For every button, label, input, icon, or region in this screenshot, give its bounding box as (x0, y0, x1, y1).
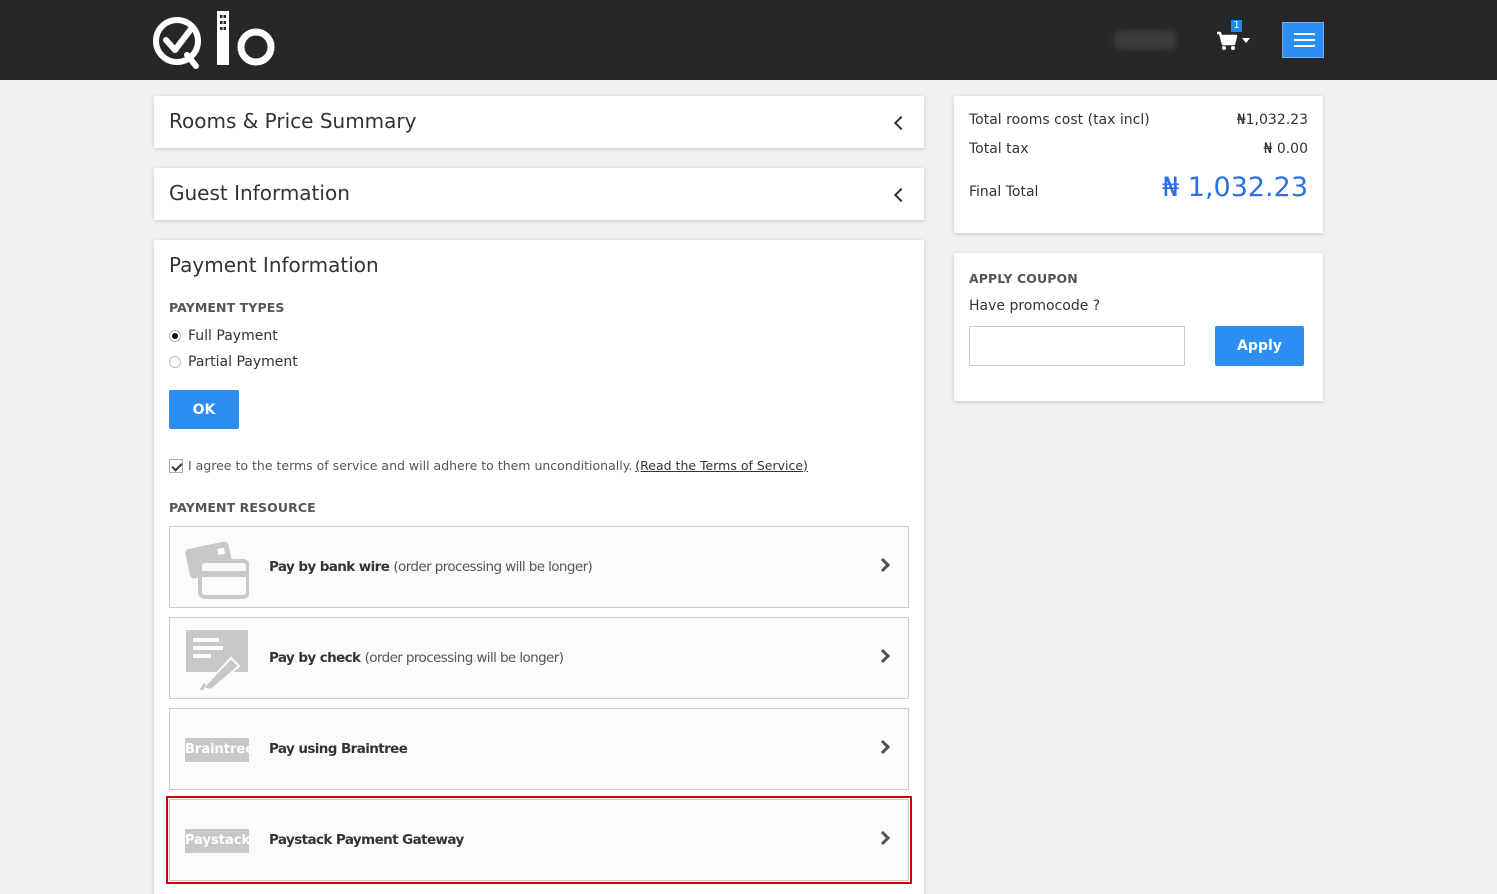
rooms-cost-value: ₦1,032.23 (1236, 112, 1308, 128)
pay-paystack-option[interactable]: Paystack Paystack Payment Gateway (166, 796, 912, 884)
check-pen-icon (186, 630, 248, 690)
paystack-logo: Paystack (185, 829, 250, 853)
cart-icon (1217, 31, 1238, 50)
rooms-cost-row: Total rooms cost (tax incl) ₦1,032.23 (969, 112, 1308, 128)
pay-option-label: Pay using Braintree (269, 741, 408, 757)
payment-information-panel: Payment Information PAYMENT TYPES Full P… (154, 240, 924, 894)
terms-text: I agree to the terms of service and will… (188, 458, 633, 473)
chevron-left-icon (893, 187, 909, 203)
chevron-down-icon (1242, 38, 1250, 43)
ok-button[interactable]: OK (169, 390, 239, 429)
qlo-logo[interactable] (153, 9, 277, 71)
pay-braintree-option[interactable]: Braintree Pay using Braintree (169, 708, 909, 790)
final-total-row: Final Total ₦ 1,032.23 (969, 172, 1308, 203)
pay-option-note: (order processing will be longer) (393, 559, 593, 575)
terms-checkbox[interactable] (169, 458, 183, 473)
pay-option-note: (order processing will be longer) (364, 650, 564, 666)
rooms-price-summary-panel[interactable]: Rooms & Price Summary (154, 96, 924, 148)
panel-title: Rooms & Price Summary (169, 109, 417, 133)
cart-count-badge: 1 (1231, 20, 1242, 32)
panel-title: Guest Information (169, 181, 350, 205)
order-total-summary: Total rooms cost (tax incl) ₦1,032.23 To… (954, 96, 1323, 233)
radio-label: Full Payment (188, 328, 278, 344)
pay-option-title: Pay by bank wire (269, 559, 390, 575)
coupon-heading: APPLY COUPON (969, 271, 1078, 286)
apply-coupon-panel: APPLY COUPON Have promocode ? Apply (954, 253, 1323, 401)
cart-button[interactable]: 1 (1214, 20, 1254, 56)
radio-button[interactable] (169, 330, 181, 342)
menu-icon-line (1294, 33, 1315, 35)
final-total-label: Final Total (969, 184, 1039, 200)
chevron-right-icon (875, 557, 891, 573)
chevron-right-icon (875, 648, 891, 664)
promocode-prompt: Have promocode ? (969, 298, 1101, 314)
payment-types-heading: PAYMENT TYPES (169, 300, 285, 315)
radio-label: Partial Payment (188, 354, 298, 370)
total-tax-row: Total tax ₦ 0.00 (969, 141, 1308, 157)
terms-link[interactable]: (Read the Terms of Service) (635, 458, 808, 473)
apply-coupon-button[interactable]: Apply (1215, 326, 1304, 366)
radio-button[interactable] (169, 356, 181, 368)
pay-option-label: Pay by bank wire (order processing will … (269, 559, 593, 575)
rooms-cost-label: Total rooms cost (tax incl) (969, 112, 1150, 128)
total-tax-label: Total tax (969, 141, 1029, 157)
menu-icon-line (1294, 39, 1315, 41)
hamburger-menu-button[interactable] (1282, 22, 1324, 58)
pay-option-title: Paystack Payment Gateway (269, 832, 464, 848)
bank-card-icon (185, 541, 249, 599)
chevron-right-icon (875, 830, 891, 846)
partial-payment-option[interactable]: Partial Payment (169, 354, 298, 370)
top-navbar: 1 (0, 0, 1497, 80)
pay-by-check-option[interactable]: Pay by check (order processing will be l… (169, 617, 909, 699)
guest-information-panel[interactable]: Guest Information (154, 168, 924, 220)
promocode-input[interactable] (969, 326, 1185, 366)
payment-resource-heading: PAYMENT RESOURCE (169, 500, 316, 515)
pay-option-title: Pay using Braintree (269, 741, 408, 757)
blurred-username[interactable] (1114, 31, 1176, 49)
pay-option-label: Paystack Payment Gateway (269, 832, 464, 848)
chevron-left-icon (893, 115, 909, 131)
pay-option-title: Pay by check (269, 650, 361, 666)
full-payment-option[interactable]: Full Payment (169, 328, 278, 344)
total-tax-value: ₦ 0.00 (1263, 141, 1308, 157)
chevron-right-icon (875, 739, 891, 755)
final-total-value: ₦ 1,032.23 (1162, 172, 1308, 203)
pay-option-label: Pay by check (order processing will be l… (269, 650, 564, 666)
terms-agreement: I agree to the terms of service and will… (169, 458, 808, 473)
panel-title: Payment Information (169, 253, 379, 277)
pay-bank-wire-option[interactable]: Pay by bank wire (order processing will … (169, 526, 909, 608)
menu-icon-line (1294, 45, 1315, 47)
braintree-logo: Braintree (185, 738, 254, 762)
